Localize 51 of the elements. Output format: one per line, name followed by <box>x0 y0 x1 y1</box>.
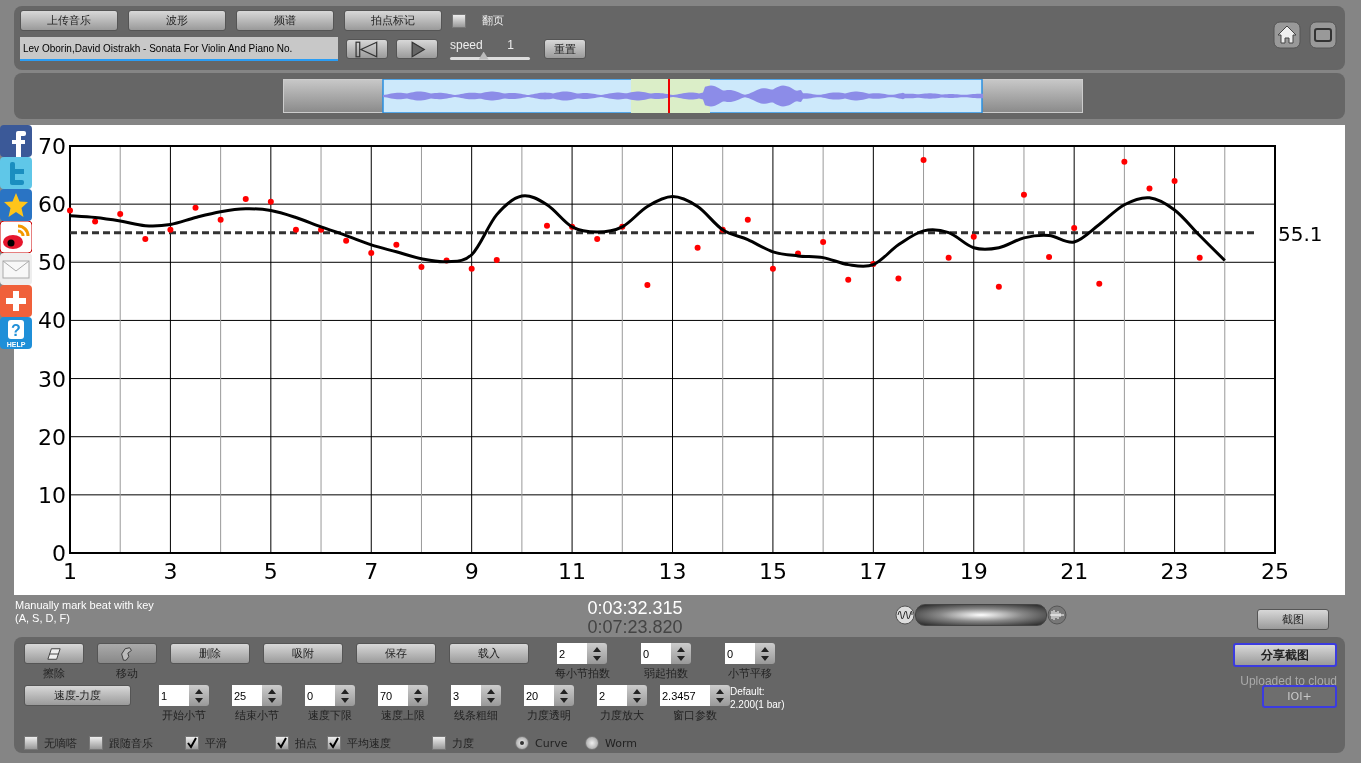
x-tick-label: 19 <box>959 559 988 584</box>
option-label: 平滑 <box>205 735 227 751</box>
x-tick-label: 17 <box>859 559 888 584</box>
y-tick-label: 20 <box>38 424 66 450</box>
total-time: 0:07:23.820 <box>587 618 683 637</box>
x-tick-label: 11 <box>558 559 587 584</box>
x-tick-label: 5 <box>263 559 278 584</box>
spinner-label: 弱起拍数 <box>644 666 688 681</box>
y-tick-label: 50 <box>38 250 66 276</box>
x-tick-label: 9 <box>464 559 479 584</box>
x-tick-label: 3 <box>163 559 178 584</box>
spinner-label: 每小节拍数 <box>554 666 610 681</box>
average-label: 55.1 <box>1278 221 1323 246</box>
upload-status: Uploaded to cloud <box>1240 674 1337 688</box>
option-label: 无嘀嗒 <box>44 735 77 751</box>
x-tick-label: 25 <box>1261 559 1289 584</box>
tool-label: 移动 <box>116 666 138 681</box>
hint-text: Manually mark beat with key (A, S, D, F) <box>14 599 155 625</box>
option-label: Worm <box>605 736 637 750</box>
x-tick-label: 13 <box>658 559 687 584</box>
x-tick-label: 7 <box>364 559 379 584</box>
x-tick-label: 1 <box>63 559 77 584</box>
checkbox-label: 翻页 <box>482 13 504 28</box>
spinner-label: 线条粗细 <box>454 708 498 724</box>
option-label: Curve <box>535 736 568 750</box>
default-note: Default: 2.200(1 bar) <box>730 685 785 712</box>
spinner-label: 速度上限 <box>381 708 425 724</box>
spinner-label: 窗口参数 <box>673 708 717 724</box>
tool-label: 擦除 <box>43 666 65 681</box>
spinner-label: 结束小节 <box>235 708 279 724</box>
x-tick-label: 23 <box>1160 559 1189 584</box>
option-label: 力度 <box>452 735 474 751</box>
spinner-label: 小节平移 <box>728 666 772 681</box>
spinner-label: 力度放大 <box>600 708 644 724</box>
option-label: 跟随音乐 <box>109 735 153 751</box>
y-tick-label: 40 <box>38 308 66 334</box>
spinner-label: 力度透明 <box>527 708 571 724</box>
x-tick-label: 15 <box>758 559 787 584</box>
y-tick-label: 10 <box>38 482 66 508</box>
spinner-label: 开始小节 <box>162 708 206 724</box>
x-tick-label: 21 <box>1060 559 1089 584</box>
speed-value: 1 <box>507 38 514 51</box>
y-tick-label: 60 <box>38 192 66 218</box>
y-tick-label: 0 <box>52 541 66 566</box>
option-label: 拍点 <box>295 735 317 751</box>
speed-label: speed <box>450 38 483 51</box>
y-tick-label: 70 <box>38 134 66 159</box>
spinner-label: 速度下限 <box>308 708 352 724</box>
option-label: 平均速度 <box>347 735 391 751</box>
current-time: 0:03:32.315 <box>587 599 683 618</box>
y-tick-label: 30 <box>38 366 66 392</box>
